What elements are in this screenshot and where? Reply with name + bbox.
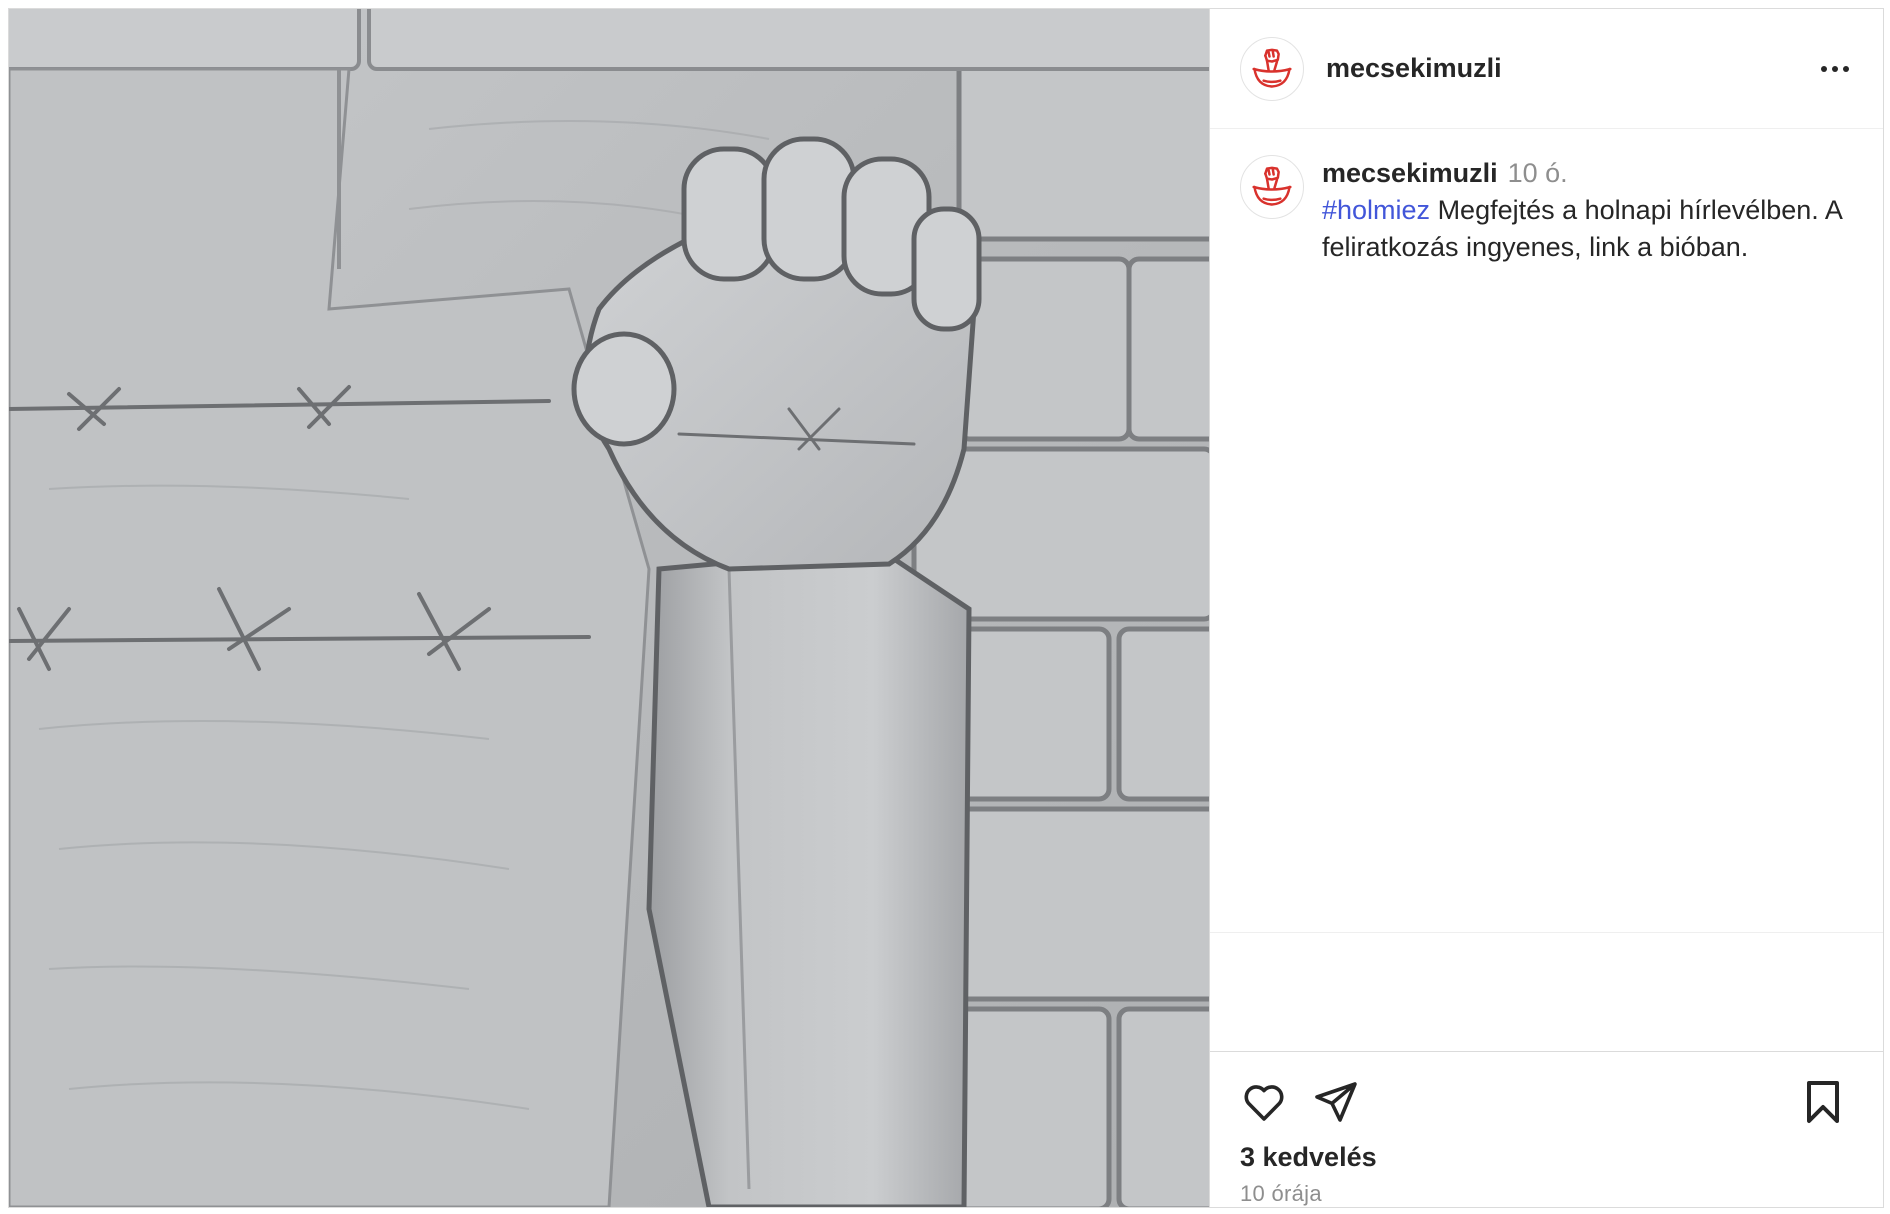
post-sidebar: mecsekimuzli mecsekimuzli 10 ó. #holmiez … bbox=[1209, 9, 1883, 1207]
caption-username[interactable]: mecsekimuzli bbox=[1322, 158, 1498, 188]
header-username[interactable]: mecsekimuzli bbox=[1326, 53, 1502, 84]
comment-spacer bbox=[1210, 933, 1883, 1052]
caption-timestamp[interactable]: 10 ó. bbox=[1508, 158, 1568, 188]
comments-section: mecsekimuzli 10 ó. #holmiez Megfejtés a h… bbox=[1210, 129, 1883, 932]
more-options-icon[interactable] bbox=[1821, 58, 1849, 80]
avatar[interactable] bbox=[1240, 36, 1304, 101]
hashtag-link[interactable]: #holmiez bbox=[1322, 195, 1430, 225]
action-bar bbox=[1210, 1052, 1883, 1126]
stone-relief-photo bbox=[9, 9, 1209, 1207]
post-time[interactable]: 10 órája bbox=[1210, 1173, 1883, 1207]
bookmark-icon[interactable] bbox=[1801, 1078, 1845, 1126]
brand-logo-icon bbox=[1247, 162, 1297, 212]
caption-text: mecsekimuzli 10 ó. #holmiez Megfejtés a h… bbox=[1322, 155, 1853, 266]
post-image[interactable] bbox=[9, 9, 1209, 1207]
brand-logo-icon bbox=[1247, 44, 1297, 94]
post-header: mecsekimuzli bbox=[1210, 9, 1883, 129]
post-card: mecsekimuzli mecsekimuzli 10 ó. #holmiez … bbox=[8, 8, 1884, 1208]
heart-icon[interactable] bbox=[1240, 1078, 1288, 1126]
caption: mecsekimuzli 10 ó. #holmiez Megfejtés a h… bbox=[1240, 155, 1853, 266]
like-count[interactable]: 3 kedvelés bbox=[1210, 1126, 1883, 1173]
caption-avatar[interactable] bbox=[1240, 155, 1304, 219]
paper-plane-icon[interactable] bbox=[1312, 1078, 1360, 1126]
